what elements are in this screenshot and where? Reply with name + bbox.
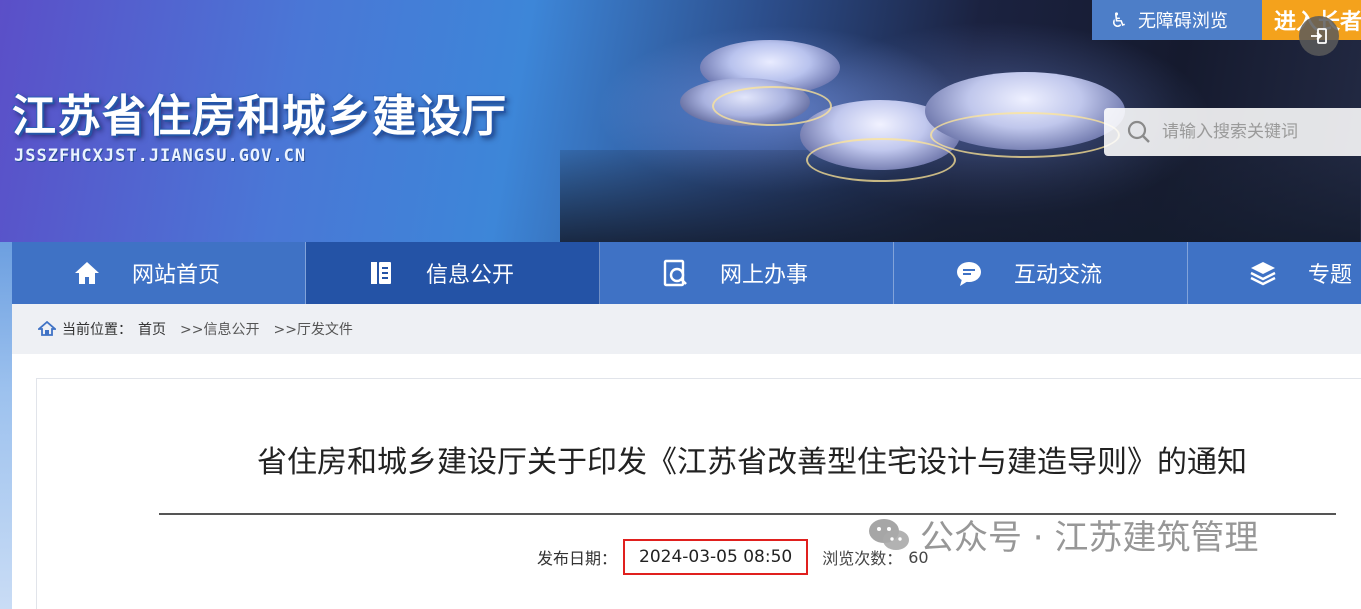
document-icon — [366, 258, 396, 288]
article-panel: 省住房和城乡建设厅关于印发《江苏省改善型住宅设计与建造导则》的通知 发布日期： … — [36, 378, 1361, 609]
nav-item-label: 网站首页 — [132, 263, 221, 288]
exit-icon — [1311, 28, 1327, 44]
header-banner: 江苏省住房和城乡建设厅 JSSZFHCXJST.JIANGSU.GOV.CN ♿… — [0, 0, 1361, 242]
nav-item-label: 网上办事 — [720, 263, 809, 288]
layers-icon — [1248, 258, 1278, 288]
nav-item-home[interactable]: 网站首页 — [12, 242, 306, 304]
nav-item-label: 互动交流 — [1014, 263, 1103, 288]
wheelchair-icon: ♿ — [1110, 8, 1128, 32]
watermark-text: 公众号 · 江苏建筑管理 — [920, 518, 1259, 558]
publish-date-label: 发布日期： — [537, 549, 618, 568]
nav-item-info[interactable]: 信息公开 — [306, 242, 600, 304]
chat-icon — [954, 258, 984, 288]
publish-date-value: 2024-03-05 08:50 — [623, 539, 809, 575]
nav-item-label: 专题 — [1308, 263, 1353, 288]
main-nav: 网站首页 信息公开 网上办事 互动交流 专题 — [12, 242, 1361, 304]
site-title[interactable]: 江苏省住房和城乡建设厅 — [12, 80, 507, 144]
stadium-ring-decoration — [712, 86, 832, 126]
accessibility-button[interactable]: ♿ 无障碍浏览 — [1092, 0, 1262, 40]
stadium-ring-decoration — [930, 112, 1120, 158]
home-icon — [72, 258, 102, 288]
site-domain: JSSZFHCXJST.JIANGSU.GOV.CN — [14, 146, 307, 166]
search-box[interactable] — [1104, 108, 1361, 156]
service-icon — [660, 258, 690, 288]
exit-button[interactable] — [1299, 16, 1339, 56]
breadcrumb-docs[interactable]: >>厅发文件 — [273, 319, 352, 339]
breadcrumb: 当前位置： 首页 >>信息公开 >>厅发文件 — [12, 304, 1361, 354]
article-title: 省住房和城乡建设厅关于印发《江苏省改善型住宅设计与建造导则》的通知 — [257, 445, 1247, 480]
breadcrumb-info[interactable]: >>信息公开 — [180, 319, 259, 339]
stadium-ring-decoration — [806, 138, 956, 182]
location-icon — [38, 321, 56, 336]
breadcrumb-home[interactable]: 首页 — [138, 319, 166, 339]
breadcrumb-prefix: 当前位置： — [62, 322, 132, 338]
nav-item-label: 信息公开 — [426, 263, 515, 288]
wechat-icon — [869, 518, 909, 550]
search-icon[interactable] — [1126, 119, 1152, 145]
search-input[interactable] — [1162, 122, 1352, 142]
nav-item-interact[interactable]: 互动交流 — [894, 242, 1188, 304]
nav-item-service[interactable]: 网上办事 — [600, 242, 894, 304]
accessibility-label: 无障碍浏览 — [1137, 11, 1228, 32]
nav-item-topic[interactable]: 专题 — [1188, 242, 1361, 304]
left-decorative-stripe — [0, 242, 12, 609]
wechat-watermark: 公众号 · 江苏建筑管理 — [866, 510, 1258, 559]
